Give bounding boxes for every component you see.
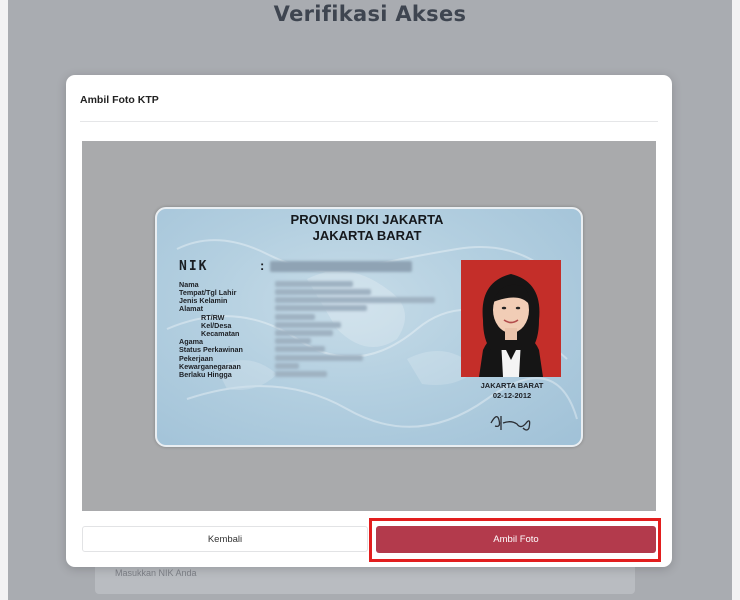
page-edge-right — [732, 0, 740, 600]
portrait-image — [461, 260, 561, 377]
ktp-value-redacted — [275, 338, 311, 344]
ktp-value-redacted — [275, 297, 435, 303]
ktp-nik-value-redacted — [270, 261, 412, 272]
camera-preview: PROVINSI DKI JAKARTA JAKARTA BARAT NIK :… — [82, 141, 656, 511]
modal-divider — [80, 121, 658, 122]
ktp-province: PROVINSI DKI JAKARTA — [290, 212, 444, 227]
back-button[interactable]: Kembali — [82, 526, 368, 552]
ktp-value-redacted — [275, 314, 315, 320]
page-edge-left — [0, 0, 8, 600]
ktp-value-redacted — [275, 346, 325, 352]
ktp-label-berlaku: Berlaku Hingga — [179, 370, 232, 379]
ktp-card-image: PROVINSI DKI JAKARTA JAKARTA BARAT NIK :… — [155, 207, 583, 447]
ktp-value-redacted — [275, 371, 327, 377]
ktp-city: JAKARTA BARAT — [312, 228, 422, 243]
signature-image — [490, 416, 531, 431]
page-title: Verifikasi Akses — [273, 2, 467, 26]
ktp-photo — [461, 260, 561, 377]
capture-ktp-modal: Ambil Foto KTP PROVINSI DKI JAKARTA JAKA… — [66, 75, 672, 567]
modal-title: Ambil Foto KTP — [80, 94, 159, 106]
ktp-value-redacted — [275, 289, 371, 295]
ktp-label-status: Status Perkawinan — [179, 345, 243, 354]
ktp-issue-place: JAKARTA BARAT — [480, 381, 544, 390]
ktp-label-kecamatan: Kecamatan — [201, 329, 240, 338]
ktp-nik-label: NIK — [179, 259, 209, 274]
ktp-value-redacted — [275, 355, 363, 361]
capture-photo-button[interactable]: Ambil Foto — [376, 526, 656, 553]
ktp-nik-colon: : — [260, 258, 265, 273]
ktp-label-alamat: Alamat — [179, 304, 203, 313]
nik-input-placeholder: Masukkan NIK Anda — [115, 568, 197, 578]
ktp-issue-date: 02-12-2012 — [492, 391, 532, 400]
ktp-value-redacted — [275, 363, 299, 369]
ktp-value-redacted — [275, 305, 367, 311]
ktp-value-redacted — [275, 281, 353, 287]
ktp-value-redacted — [275, 330, 333, 336]
ktp-value-redacted — [275, 322, 341, 328]
